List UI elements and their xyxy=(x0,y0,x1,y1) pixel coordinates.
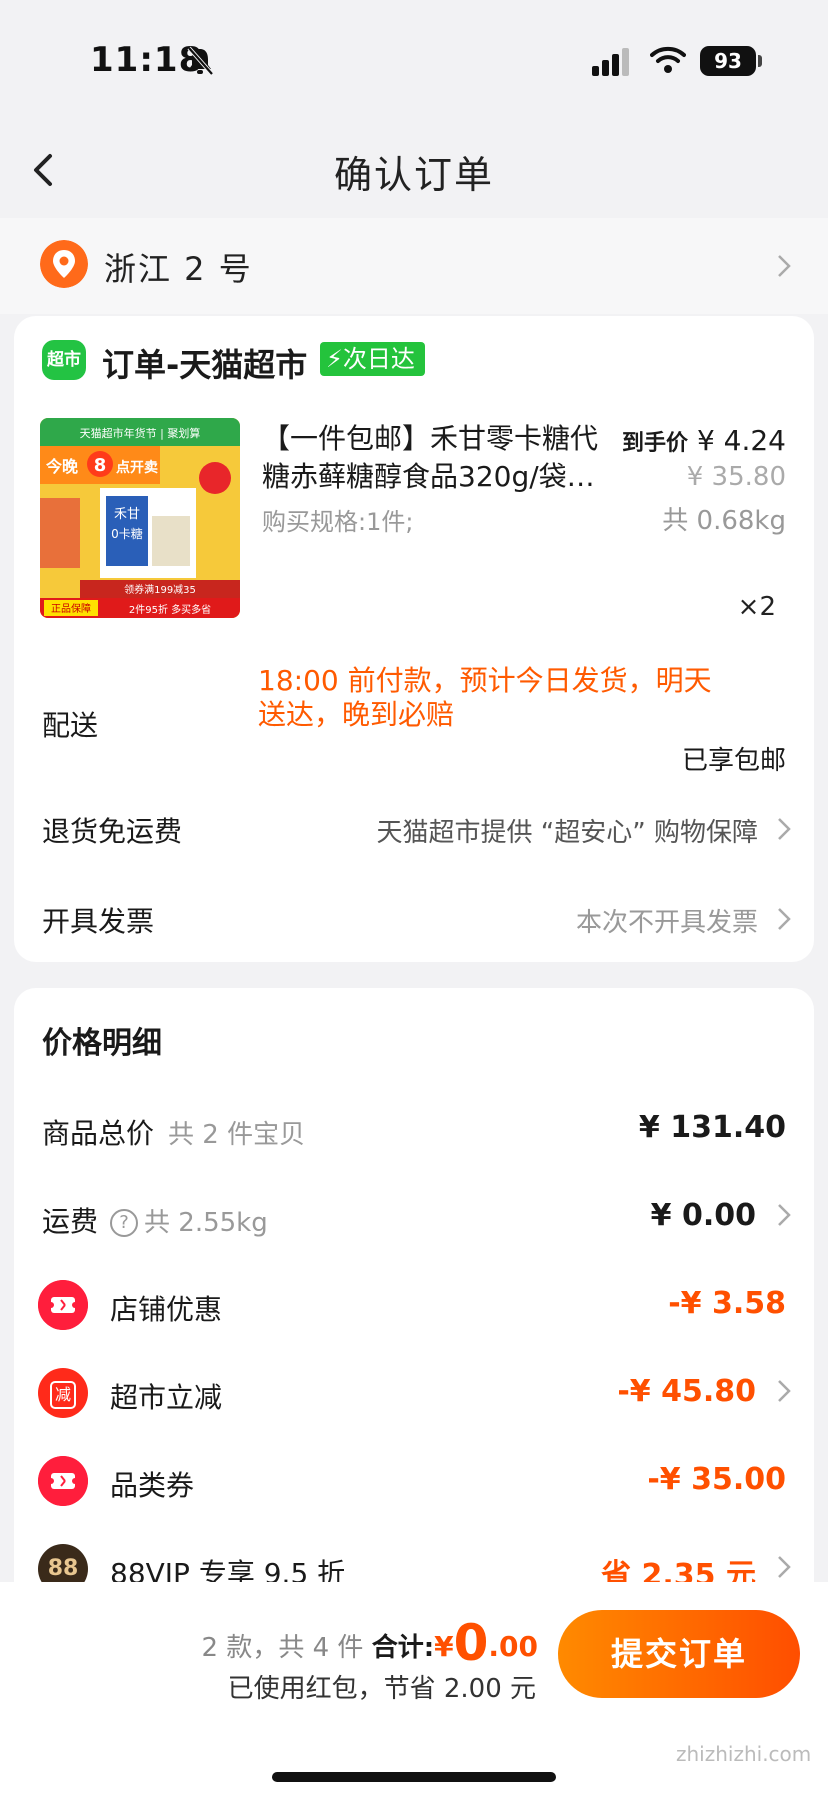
battery-indicator: 93 xyxy=(700,46,756,76)
cellular-signal-icon xyxy=(592,48,629,76)
product-image-banner: 天猫超市年货节 | 聚划算 xyxy=(80,426,201,440)
instant-discount-icon-text: 减 xyxy=(50,1380,76,1409)
nav-bar: 确认订单 xyxy=(0,120,828,220)
savings-note: 已使用红包，节省 2.00 元 xyxy=(227,1674,536,1704)
chevron-right-icon xyxy=(778,255,791,277)
product-image-open: 点开卖 xyxy=(116,459,158,476)
delivery-label: 配送 xyxy=(42,709,99,742)
product-image[interactable]: 天猫超市年货节 | 聚划算 今晚 8 点开卖 禾甘 0卡糖 领券满199减35 … xyxy=(40,418,240,618)
goods-total-label: 商品总价 xyxy=(42,1117,155,1150)
next-day-badge: ⚡次日达 xyxy=(320,342,425,376)
goods-total-value: ¥ 131.40 xyxy=(638,1110,786,1145)
product-image-zero-sugar: 0卡糖 xyxy=(111,526,143,541)
location-pin-icon xyxy=(40,240,88,288)
shop-name: 订单-天猫超市 xyxy=(102,346,308,384)
chevron-right-icon xyxy=(778,818,791,840)
product-title[interactable]: 【一件包邮】禾甘零卡糖代糖赤藓糖醇食品320g/袋… xyxy=(262,420,602,496)
product-spec: 购买规格:1件; xyxy=(262,508,414,536)
shop-discount-value: -¥ 3.58 xyxy=(668,1286,786,1321)
coupon-ticket-icon xyxy=(38,1456,88,1506)
product-weight: 共 0.68kg xyxy=(662,506,786,536)
market-cut-label: 超市立减 xyxy=(110,1381,223,1414)
final-price-label: 到手价 xyxy=(622,431,689,456)
chevron-right-icon xyxy=(778,908,791,930)
total-currency: ¥ xyxy=(434,1630,454,1663)
chevron-right-icon xyxy=(778,1204,791,1226)
help-icon[interactable]: ? xyxy=(110,1209,139,1237)
product-quantity: ×2 xyxy=(737,592,776,622)
shipping-label: 运费 xyxy=(42,1205,99,1238)
shipping-weight: 共 2.55kg xyxy=(144,1208,268,1238)
chevron-right-icon xyxy=(778,1556,791,1578)
coupon-ticket-icon xyxy=(38,1280,88,1330)
battery-tip xyxy=(758,55,762,67)
shop-discount-label: 店铺优惠 xyxy=(110,1293,223,1326)
market-cut-value[interactable]: -¥ 45.80 xyxy=(617,1374,756,1409)
badge-label: 次日达 xyxy=(342,345,415,373)
order-card: 超市 订单-天猫超市 ⚡次日达 天猫超市年货节 | 聚划算 今晚 8 点开卖 禾… xyxy=(14,316,814,962)
submit-order-button[interactable]: 提交订单 xyxy=(558,1610,800,1698)
product-image-eight: 8 xyxy=(94,455,107,476)
total-integer: 0 xyxy=(453,1614,489,1672)
lightning-icon: ⚡ xyxy=(326,345,343,373)
total-decimal: .00 xyxy=(488,1630,538,1663)
shipping-value[interactable]: ¥ 0.00 xyxy=(651,1198,756,1233)
order-summary: 2 款，共 4 件 合计:¥0.00 xyxy=(202,1614,538,1672)
wifi-icon xyxy=(650,46,686,73)
page-title: 确认订单 xyxy=(333,153,494,197)
bell-off-icon xyxy=(187,46,214,76)
shipping-row: 运费? 共 2.55kg xyxy=(42,1200,268,1240)
invoice-value[interactable]: 本次不开具发票 xyxy=(576,902,758,939)
status-bar: 11:18 93 xyxy=(0,0,828,120)
address-row[interactable]: 浙江 2 号 xyxy=(0,218,828,314)
final-price-value: ¥ 4.24 xyxy=(696,424,786,457)
address-text: 浙江 2 号 xyxy=(104,250,253,288)
price-detail-title: 价格明细 xyxy=(42,1026,162,1061)
supermarket-logo: 超市 xyxy=(42,340,86,380)
watermark: zhizhizhi.com xyxy=(676,1742,812,1766)
category-coupon-label: 品类券 xyxy=(110,1469,195,1502)
category-coupon-value: -¥ 35.00 xyxy=(647,1462,786,1497)
original-price: ¥ 35.80 xyxy=(686,462,786,492)
item-count: 2 款，共 4 件 xyxy=(201,1633,364,1663)
final-price: 到手价 ¥ 4.24 xyxy=(622,424,786,457)
home-indicator[interactable] xyxy=(272,1772,556,1782)
total-label: 合计: xyxy=(371,1633,435,1663)
returns-label: 退货免运费 xyxy=(42,815,183,848)
product-image-tonight: 今晚 xyxy=(45,457,78,476)
product-image-brand: 禾甘 xyxy=(114,507,140,522)
goods-count: 共 2 件宝贝 xyxy=(168,1120,306,1150)
product-image-guarantee: 正品保障 xyxy=(51,602,91,615)
instant-discount-icon: 减 xyxy=(38,1368,88,1418)
goods-total-row: 商品总价共 2 件宝贝 xyxy=(42,1112,305,1152)
delivery-note: 18:00 前付款，预计今日发货，明天送达，晚到必赔 xyxy=(258,664,712,731)
chevron-right-icon xyxy=(778,1380,791,1402)
returns-value[interactable]: 天猫超市提供 “超安心” 购物保障 xyxy=(377,812,758,849)
product-image-promo: 2件95折 多买多省 xyxy=(129,603,211,616)
invoice-label: 开具发票 xyxy=(42,905,155,938)
free-shipping-text: 已享包邮 xyxy=(681,746,786,776)
product-image-coupon: 领券满199减35 xyxy=(124,583,196,596)
